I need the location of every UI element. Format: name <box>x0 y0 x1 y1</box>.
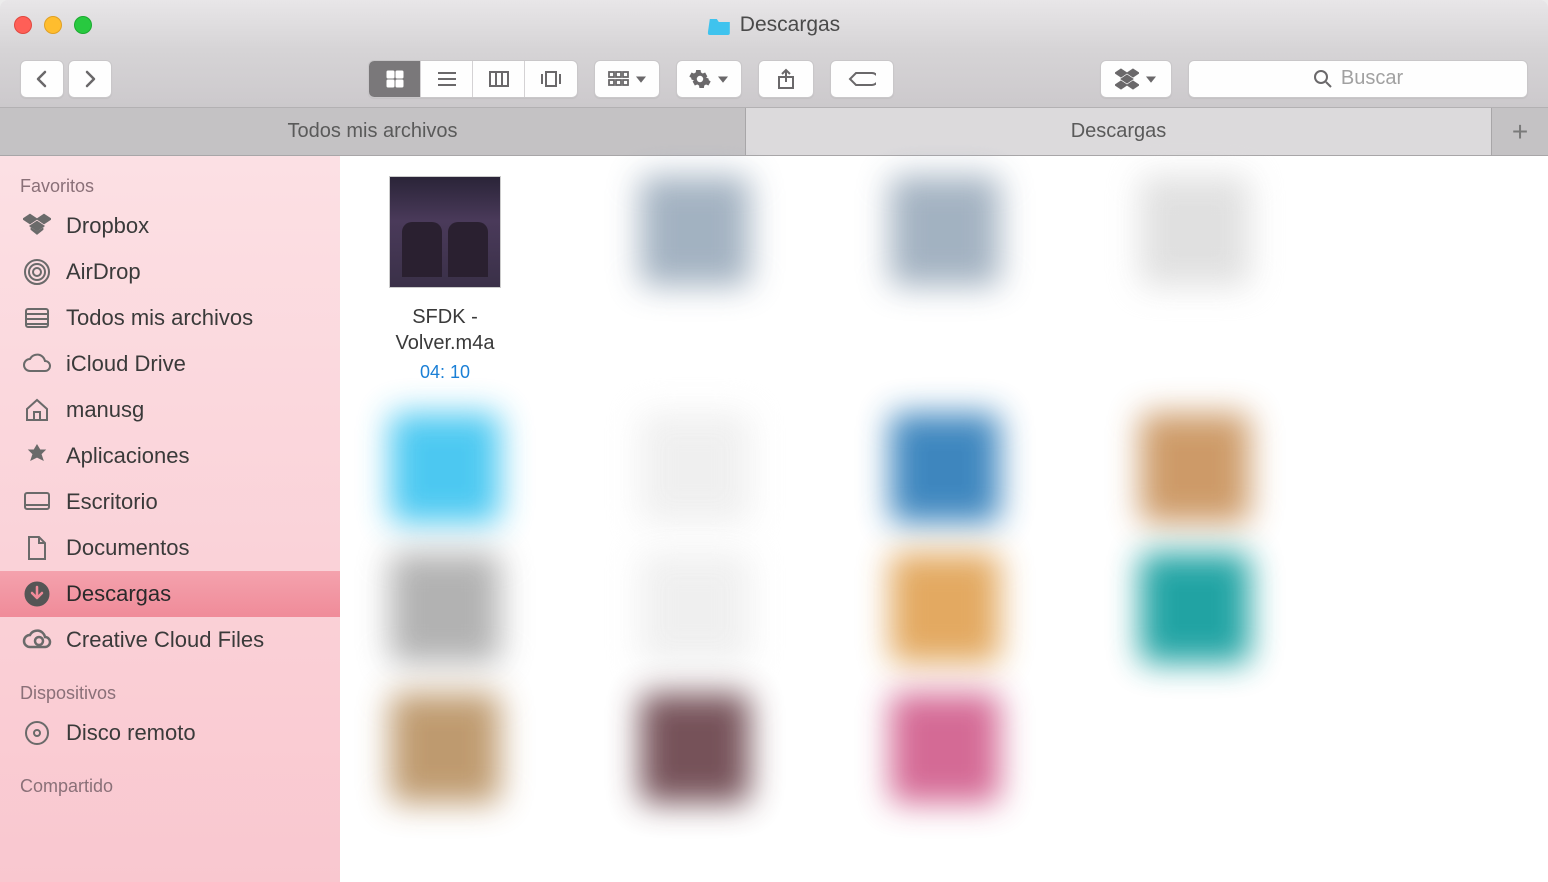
sidebar-item-remote-disc[interactable]: Disco remoto <box>0 710 340 756</box>
cloud-icon <box>22 349 52 379</box>
desktop-icon <box>22 487 52 517</box>
window-body: Favoritos Dropbox AirDrop Todos mis arch… <box>0 156 1548 882</box>
new-tab-button[interactable]: + <box>1492 108 1548 155</box>
list-view-button[interactable] <box>421 61 473 97</box>
chevron-down-icon <box>717 74 729 84</box>
file-item-blurred <box>610 553 780 663</box>
documents-icon <box>22 533 52 563</box>
column-view-button[interactable] <box>473 61 525 97</box>
file-item-blurred <box>860 413 1030 523</box>
sidebar-item-label: Documentos <box>66 535 190 561</box>
disc-icon <box>22 718 52 748</box>
icon-view-button[interactable] <box>369 61 421 97</box>
tab-downloads[interactable]: Descargas <box>746 108 1492 155</box>
file-item-blurred <box>860 693 1030 803</box>
file-item-blurred <box>1110 176 1280 383</box>
tab-all-files[interactable]: Todos mis archivos <box>0 108 746 155</box>
titlebar: Descargas <box>0 0 1548 50</box>
tags-button[interactable] <box>830 60 894 98</box>
tabbar: Todos mis archivos Descargas + <box>0 108 1548 156</box>
action-button[interactable] <box>676 60 742 98</box>
section-title-favorites: Favoritos <box>0 170 340 203</box>
file-duration: 04: 10 <box>420 362 470 383</box>
section-title-shared: Compartido <box>0 770 340 803</box>
sidebar-item-label: AirDrop <box>66 259 141 285</box>
search-icon <box>1313 69 1333 89</box>
sidebar-item-documents[interactable]: Documentos <box>0 525 340 571</box>
file-item-blurred <box>610 693 780 803</box>
folder-icon <box>708 15 732 35</box>
sidebar-item-label: Dropbox <box>66 213 149 239</box>
minimize-window-button[interactable] <box>44 16 62 34</box>
sidebar-item-desktop[interactable]: Escritorio <box>0 479 340 525</box>
back-button[interactable] <box>20 60 64 98</box>
file-item-blurred <box>1110 413 1280 523</box>
forward-button[interactable] <box>68 60 112 98</box>
dropbox-toolbar-button[interactable] <box>1100 60 1172 98</box>
home-icon <box>22 395 52 425</box>
tab-label: Descargas <box>1071 120 1167 143</box>
sidebar-item-label: Escritorio <box>66 489 158 515</box>
sidebar-item-label: Aplicaciones <box>66 443 190 469</box>
coverflow-view-button[interactable] <box>525 61 577 97</box>
maximize-window-button[interactable] <box>74 16 92 34</box>
toolbar: Buscar <box>0 50 1548 108</box>
file-item-blurred <box>360 693 530 803</box>
sidebar-item-label: Creative Cloud Files <box>66 627 264 653</box>
file-item-blurred <box>1110 553 1280 663</box>
search-field[interactable]: Buscar <box>1188 60 1528 98</box>
file-grid[interactable]: SFDK - Volver.m4a 04: 10 <box>340 156 1548 882</box>
file-item[interactable]: SFDK - Volver.m4a 04: 10 <box>360 176 530 383</box>
section-title-devices: Dispositivos <box>0 677 340 710</box>
airdrop-icon <box>22 257 52 287</box>
file-item-blurred <box>860 176 1030 383</box>
sidebar: Favoritos Dropbox AirDrop Todos mis arch… <box>0 156 340 882</box>
creative-cloud-icon <box>22 625 52 655</box>
sidebar-item-creative-cloud[interactable]: Creative Cloud Files <box>0 617 340 663</box>
file-item-blurred <box>360 553 530 663</box>
chevron-down-icon <box>635 74 647 84</box>
arrange-button[interactable] <box>594 60 660 98</box>
share-button[interactable] <box>758 60 814 98</box>
sidebar-item-downloads[interactable]: Descargas <box>0 571 340 617</box>
file-item-blurred <box>610 176 780 383</box>
sidebar-item-home[interactable]: manusg <box>0 387 340 433</box>
applications-icon <box>22 441 52 471</box>
window-title-area: Descargas <box>708 13 840 37</box>
dropbox-icon <box>1115 68 1139 90</box>
sidebar-item-all-files[interactable]: Todos mis archivos <box>0 295 340 341</box>
tag-icon <box>848 69 876 89</box>
sidebar-item-label: iCloud Drive <box>66 351 186 377</box>
view-mode-group <box>368 60 578 98</box>
dropbox-icon <box>22 211 52 241</box>
sidebar-item-label: manusg <box>66 397 144 423</box>
sidebar-item-icloud[interactable]: iCloud Drive <box>0 341 340 387</box>
chevron-down-icon <box>1145 74 1157 84</box>
sidebar-item-applications[interactable]: Aplicaciones <box>0 433 340 479</box>
search-placeholder: Buscar <box>1341 67 1403 90</box>
file-item-blurred <box>610 413 780 523</box>
file-name: SFDK - Volver.m4a <box>360 304 530 356</box>
sidebar-item-dropbox[interactable]: Dropbox <box>0 203 340 249</box>
downloads-icon <box>22 579 52 609</box>
all-files-icon <box>22 303 52 333</box>
sidebar-item-label: Todos mis archivos <box>66 305 253 331</box>
window-title: Descargas <box>740 13 840 37</box>
gear-icon <box>689 68 711 90</box>
share-icon <box>776 67 796 91</box>
file-item-blurred <box>860 553 1030 663</box>
close-window-button[interactable] <box>14 16 32 34</box>
sidebar-item-airdrop[interactable]: AirDrop <box>0 249 340 295</box>
sidebar-item-label: Descargas <box>66 581 171 607</box>
file-thumbnail <box>389 176 501 288</box>
tab-label: Todos mis archivos <box>287 120 457 143</box>
sidebar-item-label: Disco remoto <box>66 720 196 746</box>
file-item-blurred <box>360 413 530 523</box>
